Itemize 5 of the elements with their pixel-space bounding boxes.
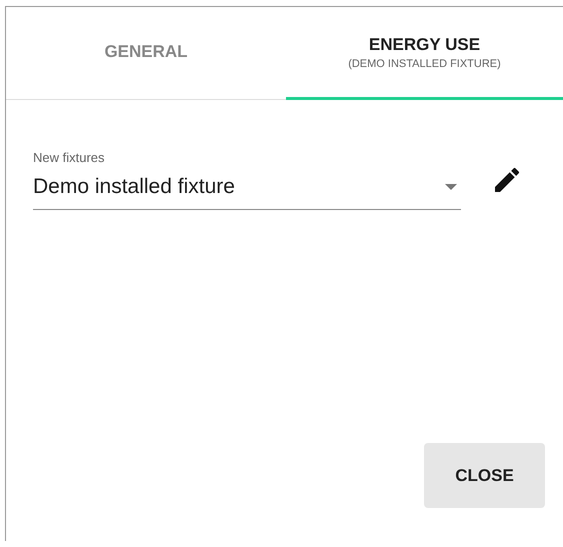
- tab[interactable]: ENERGY USE (DEMO INSTALLED FIXTURE): [286, 7, 563, 100]
- caret-icon: [445, 184, 457, 190]
- fixture-select[interactable]: New fixtures Demo installed fixture: [33, 150, 461, 210]
- tab[interactable]: GENERAL: [6, 7, 286, 100]
- close-button[interactable]: CLOSE: [424, 443, 545, 508]
